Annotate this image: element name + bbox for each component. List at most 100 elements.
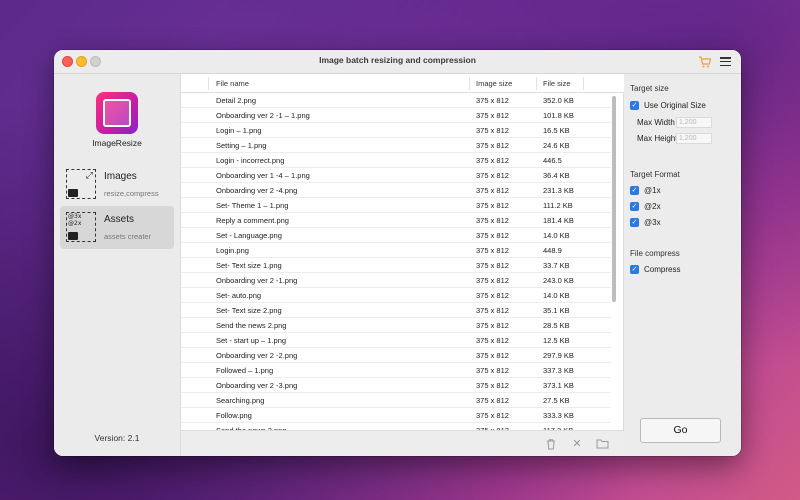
- sidebar-item-images[interactable]: ⤢ Images resize,compress: [60, 163, 174, 206]
- file-size-cell: 181.4 KB: [543, 216, 574, 225]
- target-size-title: Target size: [630, 84, 669, 93]
- target-format-title: Target Format: [630, 170, 680, 179]
- image-size-cell: 375 x 812: [476, 186, 509, 195]
- table-row[interactable]: Onboarding ver 2 -2.png 375 x 812 297.9 KB: [181, 348, 611, 363]
- column-header-file-size[interactable]: File size: [543, 79, 571, 88]
- file-size-cell: 24.6 KB: [543, 141, 570, 150]
- image-size-cell: 375 x 812: [476, 321, 509, 330]
- image-size-cell: 375 x 812: [476, 366, 509, 375]
- file-name-cell: Followed – 1.png: [216, 366, 274, 375]
- checkmark-icon: ✓: [630, 202, 639, 211]
- image-size-cell: 375 x 812: [476, 216, 509, 225]
- scroll-thumb[interactable]: [612, 96, 616, 302]
- table-row[interactable]: Send the news 3.png375 x 812117.3 KB: [181, 423, 611, 430]
- file-name-cell: Login.png: [216, 246, 249, 255]
- file-name-cell: Set- auto.png: [216, 291, 262, 300]
- table-row[interactable]: Set - start up – 1.png 375 x 812 12.5 KB: [181, 333, 611, 348]
- title-bar: Image batch resizing and compression: [54, 50, 741, 74]
- table-row[interactable]: Searching.png 375 x 812 27.5 KB: [181, 393, 611, 408]
- sidebar-item-label: Assets: [104, 214, 135, 225]
- image-size-cell: 375 x 812: [476, 96, 509, 105]
- image-size-cell: 375 x 812: [476, 141, 509, 150]
- file-size-cell: 111.2 KB: [543, 201, 573, 210]
- image-size-cell: 375 x 812: [476, 261, 509, 270]
- image-size-cell: 375 x 812: [476, 246, 509, 255]
- max-height-label: Max Height: [637, 134, 678, 143]
- cart-icon[interactable]: [698, 55, 712, 69]
- trash-icon[interactable]: [545, 438, 557, 450]
- table-row[interactable]: Onboarding ver 2 -1 – 1.png 375 x 812 101.…: [181, 108, 611, 123]
- column-header-file-name[interactable]: File name: [216, 79, 249, 88]
- file-size-cell: 231.3 KB: [543, 186, 574, 195]
- file-name-cell: Follow.png: [216, 411, 252, 420]
- menu-icon[interactable]: [720, 57, 731, 67]
- sidebar-item-subtitle: assets creater: [104, 232, 152, 241]
- max-width-label: Max Width: [637, 118, 675, 127]
- file-size-cell: 297.9 KB: [543, 351, 574, 360]
- sidebar-item-subtitle: resize,compress: [104, 189, 159, 198]
- table-row[interactable]: Set- Text size 1.png 375 x 812 33.7 KB: [181, 258, 611, 273]
- table-row[interactable]: Set- Theme 1 – 1.png 375 x 812 111.2 KB: [181, 198, 611, 213]
- table-row[interactable]: Onboarding ver 2 -3.png 375 x 812 373.1 KB: [181, 378, 611, 393]
- sidebar: ImageResize ⤢ Images resize,compress @3x…: [54, 74, 180, 456]
- file-size-cell: 448.9: [543, 246, 562, 255]
- file-name-cell: Setting – 1.png: [216, 141, 267, 150]
- file-size-cell: 101.8 KB: [543, 111, 574, 120]
- table-row[interactable]: Login – 1.png 375 x 812 16.5 KB: [181, 123, 611, 138]
- table-row[interactable]: Set- Text size 2.png 375 x 812 35.1 KB: [181, 303, 611, 318]
- table-footer: ✕: [181, 430, 625, 456]
- scale-label: @3x @2x: [68, 213, 82, 227]
- options-panel: Target size ✓ Use Original Size Max Widt…: [624, 74, 741, 456]
- table-row[interactable]: Onboarding ver 1 -4 – 1.png 375 x 812 36.4…: [181, 168, 611, 183]
- file-size-cell: 337.3 KB: [543, 366, 574, 375]
- file-name-cell: Set - Language.png: [216, 231, 282, 240]
- file-name-cell: Onboarding ver 2 -2.png: [216, 351, 298, 360]
- max-height-field[interactable]: 1,200: [676, 133, 712, 144]
- table-row[interactable]: Detail 2.png 375 x 812 352.0 KB: [181, 93, 611, 108]
- table-header: File name Image size File size: [181, 74, 625, 93]
- image-size-cell: 375 x 812: [476, 111, 509, 120]
- app-logo: [96, 92, 138, 134]
- table-row[interactable]: Onboarding ver 2 -1.png 375 x 812 243.0 KB: [181, 273, 611, 288]
- file-size-cell: 14.0 KB: [543, 231, 570, 240]
- image-size-cell: 375 x 812: [476, 351, 509, 360]
- table-row[interactable]: Setting – 1.png 375 x 812 24.6 KB: [181, 138, 611, 153]
- image-size-cell: 375 x 812: [476, 156, 509, 165]
- table-row[interactable]: Follow.png 375 x 812 333.3 KB: [181, 408, 611, 423]
- folder-icon[interactable]: [595, 438, 609, 450]
- image-size-cell: 375 x 812: [476, 336, 509, 345]
- file-name-cell: Login – 1.png: [216, 126, 262, 135]
- sidebar-item-assets[interactable]: @3x @2x Assets assets creater: [60, 206, 174, 249]
- file-size-cell: 243.0 KB: [543, 276, 574, 285]
- max-width-field[interactable]: 1,200: [676, 117, 712, 128]
- image-size-cell: 375 x 812: [476, 276, 509, 285]
- image-size-cell: 375 x 812: [476, 126, 509, 135]
- app-window: Image batch resizing and compression Ima…: [54, 50, 741, 456]
- file-size-cell: 333.3 KB: [543, 411, 574, 420]
- table-row[interactable]: Login - incorrect.png 375 x 812 446.5: [181, 153, 611, 168]
- file-size-cell: 35.1 KB: [543, 306, 570, 315]
- table-scrollbar[interactable]: [611, 93, 618, 430]
- file-name-cell: Set- Text size 1.png: [216, 261, 282, 270]
- image-size-cell: 375 x 812: [476, 411, 509, 420]
- close-icon[interactable]: ✕: [571, 438, 583, 450]
- image-size-cell: 375 x 812: [476, 381, 509, 390]
- table-row[interactable]: Set- auto.png 375 x 812 14.0 KB: [181, 288, 611, 303]
- table-row[interactable]: Set - Language.png 375 x 812 14.0 KB: [181, 228, 611, 243]
- table-row[interactable]: Reply a comment.png 375 x 812 181.4 KB: [181, 213, 611, 228]
- column-header-image-size[interactable]: Image size: [476, 79, 512, 88]
- image-size-cell: 375 x 812: [476, 231, 509, 240]
- table-row[interactable]: Onboarding ver 2 -4.png 375 x 812 231.3 KB: [181, 183, 611, 198]
- file-size-cell: 28.5 KB: [543, 321, 570, 330]
- table-body: Detail 2.png 375 x 812 352.0 KB Onboarding …: [181, 93, 611, 430]
- go-button[interactable]: Go: [640, 418, 721, 443]
- file-name-cell: Searching.png: [216, 396, 265, 405]
- table-row[interactable]: Send the news 2.png 375 x 812 28.5 KB: [181, 318, 611, 333]
- image-size-cell: 375 x 812: [476, 291, 509, 300]
- file-name-cell: Set- Text size 2.png: [216, 306, 282, 315]
- file-name-cell: Login - incorrect.png: [216, 156, 285, 165]
- table-row[interactable]: Login.png 375 x 812 448.9: [181, 243, 611, 258]
- file-name-cell: Onboarding ver 1 -4 – 1.png: [216, 171, 310, 180]
- table-row[interactable]: Followed – 1.png 375 x 812 337.3 KB: [181, 363, 611, 378]
- version-label: Version: 2.1: [94, 433, 140, 443]
